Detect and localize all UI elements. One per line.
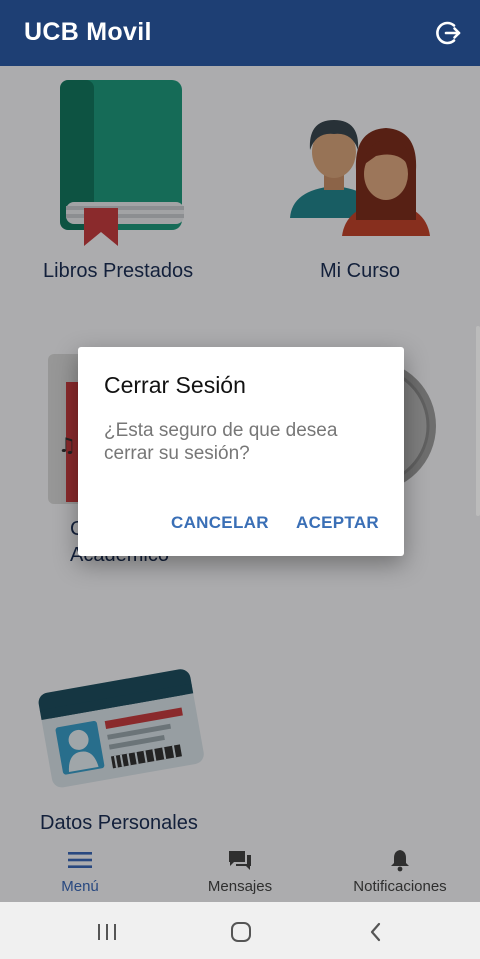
- app-bar: UCB Movil: [0, 0, 480, 66]
- dialog-title: Cerrar Sesión: [104, 372, 246, 398]
- system-nav-bar: [0, 902, 480, 959]
- app-title: UCB Movil: [24, 18, 152, 46]
- home-icon[interactable]: [229, 920, 253, 944]
- logout-dialog: Cerrar Sesión ¿Esta seguro de que desea …: [78, 347, 404, 556]
- recent-apps-icon[interactable]: [95, 920, 119, 944]
- logout-icon[interactable]: [434, 19, 462, 47]
- cancel-button[interactable]: CANCELAR: [171, 513, 269, 533]
- accept-button[interactable]: ACEPTAR: [296, 513, 379, 533]
- dialog-message: ¿Esta seguro de que desea cerrar su sesi…: [104, 420, 338, 464]
- back-icon[interactable]: [364, 920, 388, 944]
- scrollbar[interactable]: [476, 326, 480, 516]
